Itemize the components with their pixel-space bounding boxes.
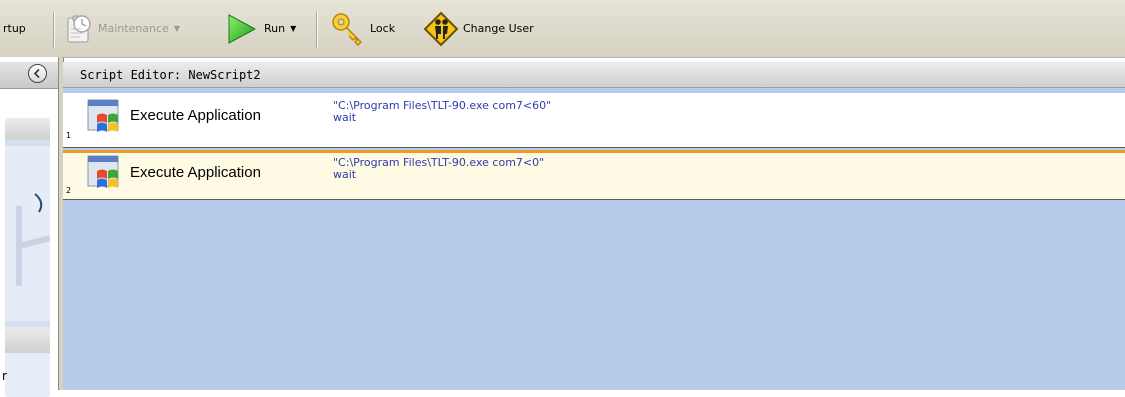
row-number: 1 (66, 131, 72, 140)
partial-nav-icon (16, 193, 51, 286)
script-command-row[interactable]: 1 Execute Application "C:\Program Files\… (63, 93, 1125, 148)
change-user-label: Change User (463, 22, 534, 35)
command-name: Execute Application (130, 164, 261, 181)
command-name: Execute Application (130, 107, 261, 124)
nav-group-panel (5, 118, 51, 360)
windows-application-icon (87, 155, 119, 188)
lock-label: Lock (370, 22, 396, 35)
startup-button[interactable]: rtup (3, 0, 26, 57)
collapse-pane-button[interactable] (28, 64, 47, 83)
navigation-pane: r (0, 57, 62, 397)
maintenance-icon (67, 14, 91, 42)
command-wait-flag: wait (333, 111, 357, 124)
script-command-row-selected[interactable]: 2 Execute Application "C:\Program Files\… (63, 150, 1125, 200)
nav-group-header[interactable] (5, 118, 50, 140)
collapse-left-icon (33, 68, 40, 79)
nav-group-body (5, 146, 51, 321)
nav-group-header[interactable] (5, 327, 50, 353)
nav-group-panel (5, 327, 50, 397)
change-user-button[interactable]: Change User (423, 0, 534, 57)
startup-label: rtup (3, 22, 26, 35)
chevron-down-icon: ▼ (173, 24, 180, 33)
maintenance-label: Maintenance (98, 22, 169, 35)
script-editor-title: Script Editor: NewScript2 (63, 62, 1125, 88)
windows-application-icon (87, 99, 119, 132)
toolbar-separator (53, 12, 54, 48)
chevron-down-icon: ▼ (290, 24, 297, 33)
script-editor-area[interactable]: 1 Execute Application "C:\Program Files\… (63, 88, 1125, 390)
main-toolbar: rtup Maintenance ▼ Run ▼ Lock Change Use… (0, 0, 1125, 58)
command-parameters: "C:\Program Files\TLT-90.exe com7<0" wai… (333, 157, 544, 181)
key-icon (332, 12, 362, 46)
run-dropdown-button[interactable]: Run ▼ (224, 0, 296, 57)
toolbar-separator (316, 12, 317, 48)
run-play-icon (228, 13, 257, 44)
navigation-pane-header (0, 62, 58, 89)
maintenance-dropdown-button[interactable]: Maintenance ▼ (62, 0, 180, 57)
command-parameters: "C:\Program Files\TLT-90.exe com7<60" wa… (333, 100, 551, 124)
row-number: 2 (66, 186, 72, 195)
command-path: "C:\Program Files\TLT-90.exe com7<0" (333, 156, 545, 169)
run-label: Run (264, 22, 286, 35)
nav-item-label[interactable]: r (2, 369, 7, 383)
command-wait-flag: wait (333, 168, 357, 181)
change-user-sign-icon (423, 11, 459, 46)
command-path: "C:\Program Files\TLT-90.exe com7<60" (333, 99, 552, 112)
lock-button[interactable]: Lock (330, 0, 395, 57)
